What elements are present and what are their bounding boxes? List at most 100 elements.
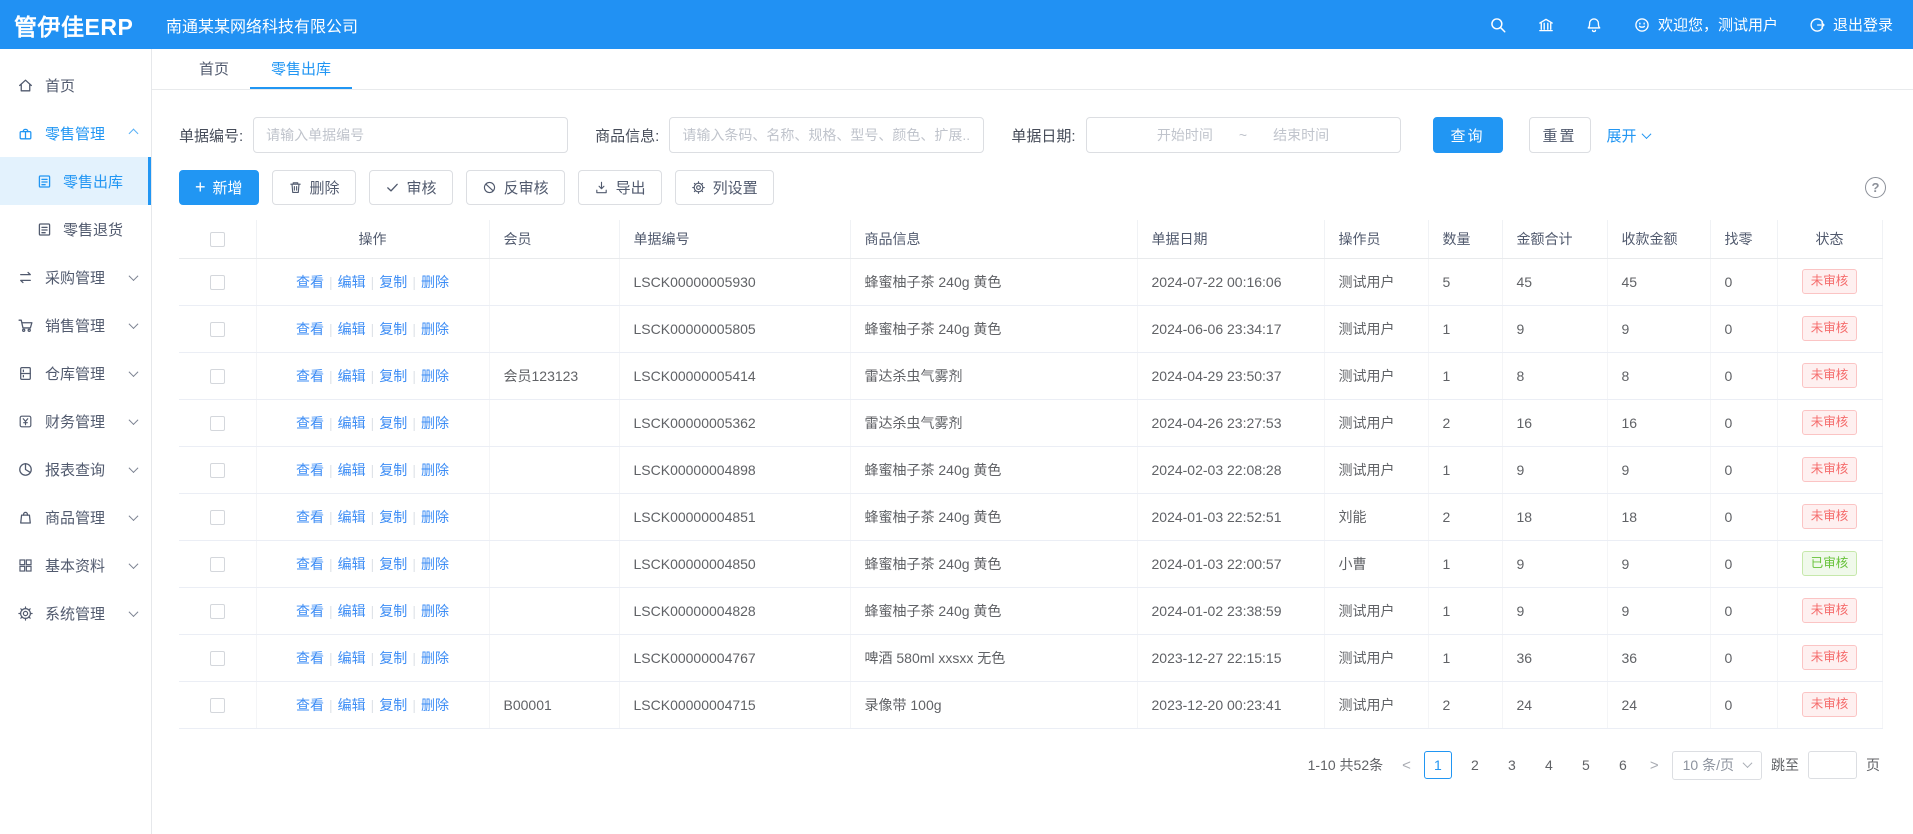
action-copy[interactable]: 复制 (379, 321, 407, 337)
bank-icon[interactable] (1537, 16, 1555, 34)
column-settings-button[interactable]: 列设置 (675, 170, 774, 205)
sidebar-subitem[interactable]: 零售出库 (0, 157, 151, 205)
action-delete[interactable]: 删除 (421, 321, 449, 337)
sidebar-item-cabinet[interactable]: 仓库管理 (0, 349, 151, 397)
action-view[interactable]: 查看 (296, 368, 324, 384)
action-copy[interactable]: 复制 (379, 650, 407, 666)
action-delete[interactable]: 删除 (421, 368, 449, 384)
sidebar-subitem[interactable]: 零售退货 (0, 205, 151, 253)
action-edit[interactable]: 编辑 (338, 415, 366, 431)
action-copy[interactable]: 复制 (379, 368, 407, 384)
expand-link[interactable]: 展开 (1607, 125, 1650, 146)
action-view[interactable]: 查看 (296, 650, 324, 666)
action-copy[interactable]: 复制 (379, 274, 407, 290)
row-checkbox[interactable] (210, 698, 225, 713)
table-row: 查看|编辑|复制|删除LSCK00000004851蜂蜜柚子茶 240g 黄色2… (179, 493, 1882, 540)
action-copy[interactable]: 复制 (379, 603, 407, 619)
action-delete[interactable]: 删除 (421, 509, 449, 525)
sidebar-item-shop[interactable]: 零售管理 (0, 109, 151, 157)
row-checkbox[interactable] (210, 557, 225, 572)
row-checkbox[interactable] (210, 416, 225, 431)
sidebar-item-finance[interactable]: 财务管理 (0, 397, 151, 445)
jump-page-input[interactable] (1808, 751, 1857, 779)
user-welcome[interactable]: 欢迎您，测试用户 (1633, 14, 1778, 35)
action-copy[interactable]: 复制 (379, 697, 407, 713)
action-edit[interactable]: 编辑 (338, 697, 366, 713)
sidebar-item-cart[interactable]: 销售管理 (0, 301, 151, 349)
action-copy[interactable]: 复制 (379, 556, 407, 572)
page-size-select[interactable]: 10 条/页 (1672, 751, 1762, 780)
action-view[interactable]: 查看 (296, 462, 324, 478)
action-delete[interactable]: 删除 (421, 650, 449, 666)
row-checkbox[interactable] (210, 322, 225, 337)
page-button-5[interactable]: 5 (1572, 751, 1600, 779)
unaudit-button[interactable]: 反审核 (466, 170, 565, 205)
action-copy[interactable]: 复制 (379, 415, 407, 431)
page-button-4[interactable]: 4 (1535, 751, 1563, 779)
action-separator: | (412, 368, 416, 384)
action-copy[interactable]: 复制 (379, 509, 407, 525)
product-info-input[interactable] (669, 117, 984, 153)
sidebar-item-bag[interactable]: 商品管理 (0, 493, 151, 541)
page-button-3[interactable]: 3 (1498, 751, 1526, 779)
action-edit[interactable]: 编辑 (338, 462, 366, 478)
action-delete[interactable]: 删除 (421, 415, 449, 431)
row-checkbox[interactable] (210, 275, 225, 290)
bell-icon[interactable] (1585, 16, 1603, 34)
action-view[interactable]: 查看 (296, 556, 324, 572)
search-icon[interactable] (1489, 16, 1507, 34)
action-delete[interactable]: 删除 (421, 462, 449, 478)
tab-retail-outbound[interactable]: 零售出库 (250, 49, 352, 89)
row-checkbox[interactable] (210, 510, 225, 525)
page-button-6[interactable]: 6 (1609, 751, 1637, 779)
next-page-icon[interactable]: > (1646, 757, 1663, 774)
row-checkbox[interactable] (210, 369, 225, 384)
cell-member (489, 399, 619, 446)
action-edit[interactable]: 编辑 (338, 603, 366, 619)
sidebar-item-gear[interactable]: 系统管理 (0, 589, 151, 637)
action-view[interactable]: 查看 (296, 509, 324, 525)
row-checkbox[interactable] (210, 463, 225, 478)
action-view[interactable]: 查看 (296, 415, 324, 431)
action-view[interactable]: 查看 (296, 321, 324, 337)
action-view[interactable]: 查看 (296, 274, 324, 290)
help-icon[interactable]: ? (1865, 177, 1886, 198)
date-range-input[interactable]: 开始时间 ~ 结束时间 (1086, 117, 1401, 153)
action-edit[interactable]: 编辑 (338, 274, 366, 290)
action-edit[interactable]: 编辑 (338, 556, 366, 572)
cell-status: 未审核 (1777, 493, 1882, 540)
action-copy[interactable]: 复制 (379, 462, 407, 478)
select-all-checkbox[interactable] (210, 232, 225, 247)
add-button[interactable]: + 新增 (179, 170, 259, 205)
export-button[interactable]: 导出 (578, 170, 662, 205)
logout-button[interactable]: 退出登录 (1808, 14, 1893, 35)
row-actions-cell: 查看|编辑|复制|删除 (256, 258, 489, 305)
tab-home[interactable]: 首页 (178, 49, 250, 89)
row-checkbox[interactable] (210, 604, 225, 619)
action-edit[interactable]: 编辑 (338, 650, 366, 666)
check-icon (385, 180, 400, 195)
action-edit[interactable]: 编辑 (338, 321, 366, 337)
delete-button[interactable]: 删除 (272, 170, 356, 205)
page-button-2[interactable]: 2 (1461, 751, 1489, 779)
action-delete[interactable]: 删除 (421, 274, 449, 290)
action-edit[interactable]: 编辑 (338, 368, 366, 384)
action-view[interactable]: 查看 (296, 697, 324, 713)
action-edit[interactable]: 编辑 (338, 509, 366, 525)
page-button-1[interactable]: 1 (1424, 751, 1452, 779)
order-no-input[interactable] (253, 117, 568, 153)
action-delete[interactable]: 删除 (421, 697, 449, 713)
action-delete[interactable]: 删除 (421, 603, 449, 619)
action-separator: | (371, 603, 375, 619)
sidebar-item-grid[interactable]: 基本资料 (0, 541, 151, 589)
audit-button[interactable]: 审核 (369, 170, 453, 205)
sidebar-item-home[interactable]: 首页 (0, 61, 151, 109)
action-view[interactable]: 查看 (296, 603, 324, 619)
reset-button[interactable]: 重置 (1529, 117, 1591, 153)
sidebar-item-sync[interactable]: 采购管理 (0, 253, 151, 301)
prev-page-icon[interactable]: < (1398, 757, 1415, 774)
sidebar-item-pie[interactable]: 报表查询 (0, 445, 151, 493)
action-delete[interactable]: 删除 (421, 556, 449, 572)
search-button[interactable]: 查询 (1433, 117, 1503, 153)
row-checkbox[interactable] (210, 651, 225, 666)
